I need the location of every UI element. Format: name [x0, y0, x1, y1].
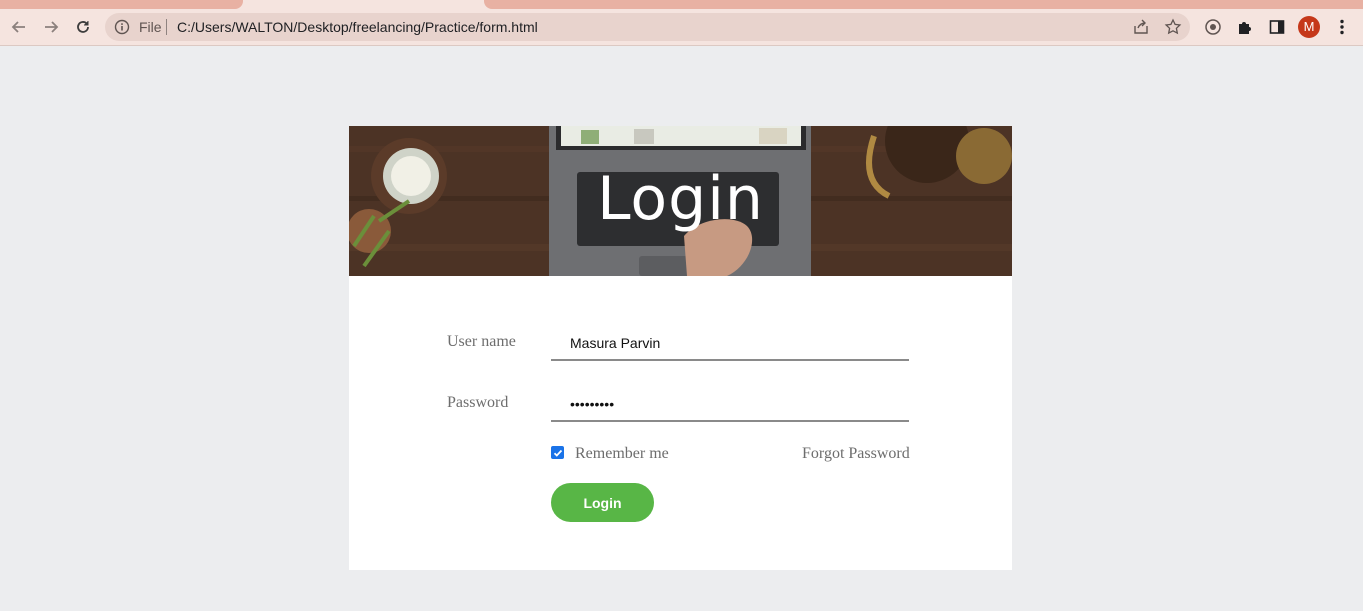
- tab-strip: [0, 0, 1363, 9]
- login-button[interactable]: Login: [551, 483, 654, 522]
- hero-title: Login: [597, 164, 764, 234]
- star-icon[interactable]: [1164, 18, 1182, 36]
- share-icon[interactable]: [1132, 18, 1150, 36]
- forward-button[interactable]: [38, 14, 64, 40]
- url-text[interactable]: C:/Users/WALTON/Desktop/freelancing/Prac…: [177, 19, 538, 35]
- browser-toolbar: File C:/Users/WALTON/Desktop/freelancing…: [0, 9, 1363, 46]
- scheme-label: File: [139, 19, 162, 35]
- omnibox-separator: [166, 19, 167, 35]
- tab-inactive-left[interactable]: [0, 0, 243, 9]
- password-label: Password: [447, 394, 509, 411]
- reload-icon: [77, 21, 89, 33]
- info-icon[interactable]: [114, 19, 130, 35]
- remember-me-checkbox[interactable]: [551, 446, 564, 459]
- forward-icon: [45, 21, 59, 33]
- back-icon: [11, 21, 25, 33]
- more-menu-button[interactable]: [1332, 17, 1352, 37]
- hero-banner: Login: [349, 126, 1012, 276]
- username-label: User name: [447, 333, 516, 350]
- back-button[interactable]: [6, 14, 32, 40]
- extension-puzzle-icon: [1239, 22, 1251, 34]
- forgot-password-link[interactable]: Forgot Password: [802, 445, 910, 463]
- remember-me-label[interactable]: Remember me: [575, 445, 669, 463]
- side-panel-icon: [1269, 20, 1285, 34]
- extensions-button[interactable]: [1235, 17, 1255, 37]
- login-card: Login User name Password Remember me For…: [349, 126, 1012, 570]
- checkmark-icon: [553, 449, 562, 457]
- side-panel-button[interactable]: [1267, 17, 1287, 37]
- profile-avatar[interactable]: M: [1298, 16, 1320, 38]
- gear-extension-icon: [1205, 19, 1221, 35]
- tab-inactive-right[interactable]: [484, 0, 1363, 9]
- more-menu-icon: [1340, 19, 1344, 35]
- extension-icon-1[interactable]: [1203, 17, 1223, 37]
- username-input[interactable]: [551, 327, 909, 361]
- tab-active[interactable]: [247, 0, 479, 9]
- password-input[interactable]: [551, 388, 909, 422]
- address-bar[interactable]: File C:/Users/WALTON/Desktop/freelancing…: [105, 13, 1190, 41]
- reload-button[interactable]: [70, 14, 96, 40]
